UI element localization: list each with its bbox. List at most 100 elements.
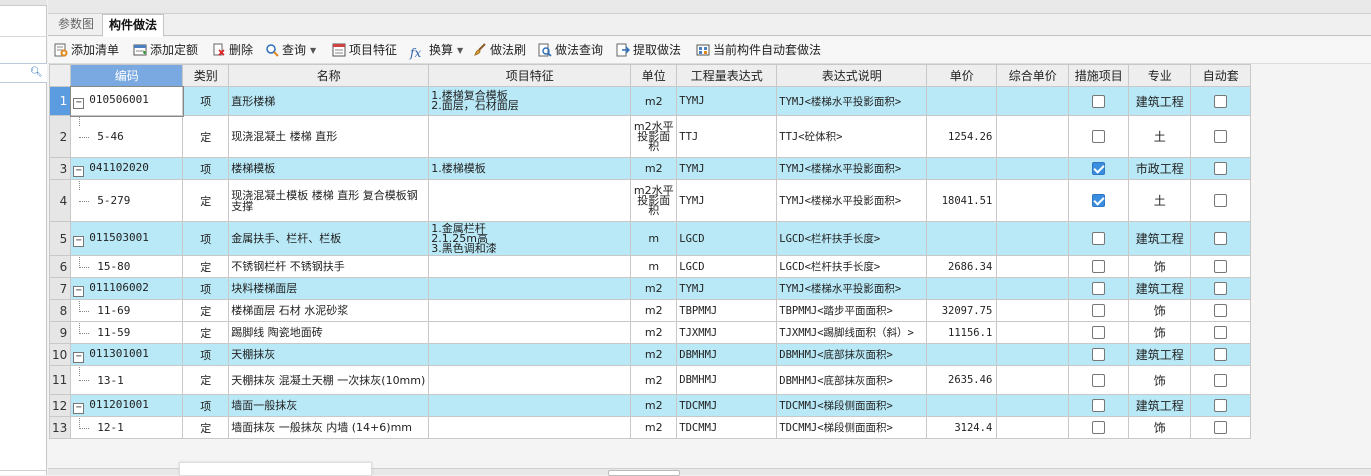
row-number[interactable]: 5 xyxy=(48,221,72,256)
type-cell[interactable]: 项 xyxy=(182,394,230,417)
major-cell[interactable]: 建筑工程 xyxy=(1128,277,1192,300)
unit-cell[interactable]: m2 xyxy=(630,321,678,344)
method-query-button[interactable]: 做法查询 xyxy=(538,41,603,60)
composite-price-cell[interactable] xyxy=(996,343,1070,366)
expression-cell[interactable]: TDCMMJ xyxy=(676,394,778,417)
auto-cell[interactable] xyxy=(1190,86,1252,116)
table-row[interactable]: 12−011201001 项墙面一般抹灰 m2 TDCMMJ TDCMMJ<梯段侧面面积… xyxy=(48,394,1252,417)
auto-cell[interactable] xyxy=(1190,277,1252,300)
auto-checkbox[interactable] xyxy=(1214,373,1228,387)
code-cell[interactable]: −011106002 xyxy=(70,277,184,300)
auto-checkbox[interactable] xyxy=(1214,232,1228,246)
measure-checkbox[interactable] xyxy=(1092,421,1106,435)
feature-cell[interactable] xyxy=(428,277,632,300)
feature-cell[interactable] xyxy=(428,394,632,417)
unit-price-cell[interactable] xyxy=(926,343,998,366)
composite-price-cell[interactable] xyxy=(996,299,1070,322)
expression-desc-cell[interactable]: TYMJ<楼梯水平投影面积> xyxy=(776,179,928,222)
major-cell[interactable]: 饰 xyxy=(1128,299,1192,322)
type-cell[interactable]: 定 xyxy=(182,179,230,222)
auto-cell[interactable] xyxy=(1190,115,1252,158)
row-number[interactable]: 9 xyxy=(48,321,72,344)
col-header-composite-price[interactable]: 综合单价 xyxy=(996,64,1070,87)
name-cell[interactable]: 墙面一般抹灰 xyxy=(228,394,430,417)
measure-cell[interactable] xyxy=(1068,416,1130,439)
table-row[interactable]: 3−041102020 项楼梯模板 1.楼梯模板 m2 TYMJ TYMJ<楼梯水平投影面… xyxy=(48,157,1252,180)
table-row[interactable]: 7−011106002 项块料楼梯面层 m2 TYMJ TYMJ<楼梯水平投影面积> 建筑… xyxy=(48,277,1252,300)
measure-cell[interactable] xyxy=(1068,221,1130,256)
name-cell[interactable]: 块料楼梯面层 xyxy=(228,277,430,300)
unit-price-cell[interactable] xyxy=(926,394,998,417)
row-number[interactable]: 3 xyxy=(48,157,72,180)
measure-checkbox[interactable] xyxy=(1092,282,1106,296)
feature-cell[interactable] xyxy=(428,321,632,344)
row-number[interactable]: 7 xyxy=(48,277,72,300)
type-cell[interactable]: 项 xyxy=(182,343,230,366)
expression-desc-cell[interactable]: TTJ<砼体积> xyxy=(776,115,928,158)
unit-cell[interactable]: m xyxy=(630,255,678,278)
unit-price-cell[interactable]: 11156.1 xyxy=(926,321,998,344)
composite-price-cell[interactable] xyxy=(996,179,1070,222)
col-header-unit[interactable]: 单位 xyxy=(630,64,678,87)
name-cell[interactable]: 不锈钢栏杆 不锈钢扶手 xyxy=(228,255,430,278)
measure-checkbox[interactable] xyxy=(1092,348,1106,362)
composite-price-cell[interactable] xyxy=(996,221,1070,256)
composite-price-cell[interactable] xyxy=(996,394,1070,417)
name-cell[interactable]: 天棚抹灰 混凝土天棚 一次抹灰(10mm) xyxy=(228,365,430,395)
type-cell[interactable]: 定 xyxy=(182,255,230,278)
type-cell[interactable]: 项 xyxy=(182,157,230,180)
unit-price-cell[interactable]: 18041.51 xyxy=(926,179,998,222)
col-header-unit-price[interactable]: 单价 xyxy=(926,64,998,87)
feature-cell[interactable] xyxy=(428,299,632,322)
collapse-icon[interactable]: − xyxy=(73,285,85,297)
auto-cell[interactable] xyxy=(1190,299,1252,322)
measure-checkbox[interactable] xyxy=(1092,94,1106,108)
row-number[interactable]: 13 xyxy=(48,416,72,439)
unit-cell[interactable]: m2 xyxy=(630,343,678,366)
measure-checkbox[interactable] xyxy=(1092,232,1106,246)
collapse-icon[interactable]: − xyxy=(73,165,85,177)
auto-checkbox[interactable] xyxy=(1214,399,1228,413)
auto-cell[interactable] xyxy=(1190,157,1252,180)
expression-cell[interactable]: TBPMMJ xyxy=(676,299,778,322)
col-header-measure[interactable]: 措施项目 xyxy=(1068,64,1130,87)
auto-checkbox[interactable] xyxy=(1214,260,1228,274)
auto-cell[interactable] xyxy=(1190,321,1252,344)
composite-price-cell[interactable] xyxy=(996,321,1070,344)
auto-cell[interactable] xyxy=(1190,343,1252,366)
auto-checkbox[interactable] xyxy=(1214,130,1228,144)
collapse-icon[interactable]: − xyxy=(73,98,85,109)
measure-checkbox[interactable] xyxy=(1092,194,1106,208)
measure-checkbox[interactable] xyxy=(1092,326,1106,340)
table-row[interactable]: 1−010506001 项直形楼梯 1.楼梯复合模板 2.面层，石材面层 m2 TYMJ… xyxy=(48,85,1252,117)
auto-cell[interactable] xyxy=(1190,179,1252,222)
expression-desc-cell[interactable]: TDCMMJ<梯段侧面面积> xyxy=(776,416,928,439)
composite-price-cell[interactable] xyxy=(996,416,1070,439)
major-cell[interactable]: 饰 xyxy=(1128,416,1192,439)
name-cell[interactable]: 楼梯模板 xyxy=(228,157,430,180)
tab-component-method[interactable]: 构件做法 xyxy=(102,14,165,37)
row-number[interactable]: 1 xyxy=(48,86,72,116)
col-header-name[interactable]: 名称 xyxy=(228,64,430,87)
row-number[interactable]: 12 xyxy=(48,394,72,417)
expression-cell[interactable]: TYMJ xyxy=(676,179,778,222)
expression-cell[interactable]: TYMJ xyxy=(676,157,778,180)
measure-cell[interactable] xyxy=(1068,299,1130,322)
composite-price-cell[interactable] xyxy=(996,115,1070,158)
measure-checkbox[interactable] xyxy=(1092,130,1106,144)
unit-cell[interactable]: m xyxy=(630,221,678,256)
type-cell[interactable]: 定 xyxy=(182,299,230,322)
type-cell[interactable]: 定 xyxy=(182,365,230,395)
unit-cell[interactable]: m2 xyxy=(630,365,678,395)
name-cell[interactable]: 直形楼梯 xyxy=(228,86,430,116)
measure-cell[interactable] xyxy=(1068,157,1130,180)
auto-cell[interactable] xyxy=(1190,221,1252,256)
unit-cell[interactable]: m2 xyxy=(630,394,678,417)
code-cell[interactable]: 12-1 xyxy=(70,416,184,439)
table-row[interactable]: 10−011301001 项天棚抹灰 m2 DBMHMJ DBMHMJ<底部抹灰面积> 建… xyxy=(48,343,1252,366)
expression-desc-cell[interactable]: TBPMMJ<踏步平面面积> xyxy=(776,299,928,322)
unit-price-cell[interactable] xyxy=(926,277,998,300)
query-button[interactable]: 查询 ▼ xyxy=(265,41,316,60)
major-cell[interactable]: 饰 xyxy=(1128,255,1192,278)
unit-cell[interactable]: m2 xyxy=(630,157,678,180)
